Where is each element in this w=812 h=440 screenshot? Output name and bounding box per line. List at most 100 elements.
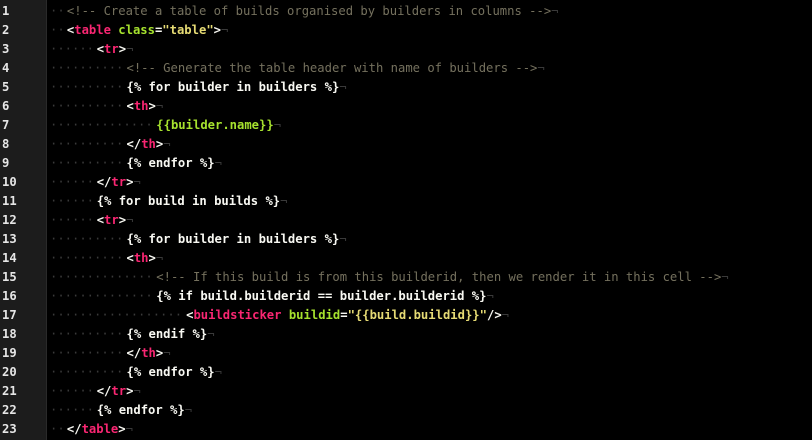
code-token-punct: </ [96, 175, 112, 189]
line-number: 18 [2, 327, 17, 341]
code-line[interactable]: 23 ·· </table>¬ [0, 420, 812, 439]
code-line[interactable]: 18 ·········· {% endif %}¬ [0, 325, 812, 344]
code-text[interactable]: <th>¬ [127, 97, 164, 116]
code-text[interactable]: {% endfor %}¬ [127, 363, 222, 382]
line-number: 13 [2, 232, 17, 246]
code-token-punct [282, 308, 289, 322]
code-text[interactable]: </th>¬ [127, 344, 171, 363]
code-text[interactable]: <!-- Create a table of builds organised … [67, 2, 559, 21]
code-token-punct: /> [486, 308, 502, 322]
indent-whitespace-marker: ·········· [50, 232, 124, 246]
indent-whitespace-marker: ·················· [50, 308, 183, 322]
indent-whitespace-marker: ·· [50, 4, 65, 18]
code-token-punct: </ [126, 137, 142, 151]
code-token-punct: > [118, 422, 126, 436]
code-text[interactable]: <tr>¬ [97, 40, 134, 59]
code-line[interactable]: 19 ·········· </th>¬ [0, 344, 812, 363]
code-token-cmt: <!-- If this build is from this builderi… [156, 270, 722, 284]
end-of-line-marker: ¬ [155, 99, 164, 113]
code-text[interactable]: </tr>¬ [97, 382, 141, 401]
code-token-tag: th [141, 346, 156, 360]
code-line[interactable]: 21 ······ </tr>¬ [0, 382, 812, 401]
code-token-tag: th [133, 99, 149, 113]
code-line[interactable]: 2 ·· <table class="table">¬ [0, 21, 812, 40]
code-line[interactable]: 1 ·· <!-- Create a table of builds organis… [0, 2, 812, 21]
end-of-line-marker: ¬ [721, 270, 729, 284]
code-line[interactable]: 4 ·········· <!-- Generate the table heade… [0, 59, 812, 78]
code-editor[interactable]: 1 ·· <!-- Create a table of builds organis… [0, 0, 812, 440]
code-line[interactable]: 13 ·········· {% for builder in builders %… [0, 230, 812, 249]
code-line[interactable]: 20 ·········· {% endfor %}¬ [0, 363, 812, 382]
code-token-tag: tr [104, 42, 119, 56]
end-of-line-marker: ¬ [339, 80, 347, 94]
indent-whitespace-marker: ·········· [50, 365, 124, 379]
code-line[interactable]: 12 ······ <tr>¬ [0, 211, 812, 230]
code-text[interactable]: </tr>¬ [97, 173, 141, 192]
code-line[interactable]: 8 ·········· </th>¬ [0, 135, 812, 154]
code-line[interactable]: 16 ·············· {% if build.builderid ==… [0, 287, 812, 306]
code-text[interactable]: {% endif %}¬ [127, 325, 215, 344]
code-text[interactable]: {% if build.builderid == builder.builder… [156, 287, 494, 306]
line-number: 9 [2, 156, 10, 170]
code-line[interactable]: 10 ······ </tr>¬ [0, 173, 812, 192]
code-token-tpl: {% for builder in builders %} [126, 80, 340, 94]
code-line[interactable]: 11 ······ {% for build in builds %}¬ [0, 192, 812, 211]
end-of-line-marker: ¬ [125, 422, 133, 436]
code-line[interactable]: 15 ·············· <!-- If this build is fr… [0, 268, 812, 287]
code-text[interactable]: <!-- If this build is from this builderi… [156, 268, 728, 287]
line-number: 2 [2, 23, 10, 37]
line-number: 7 [2, 118, 10, 132]
code-line[interactable]: 9 ·········· {% endfor %}¬ [0, 154, 812, 173]
code-token-punct: < [126, 251, 134, 265]
code-text[interactable]: <th>¬ [127, 249, 164, 268]
line-number: 22 [2, 403, 17, 417]
code-text[interactable]: {% endfor %}¬ [127, 154, 222, 173]
code-text[interactable]: <tr>¬ [97, 211, 134, 230]
line-number: 6 [2, 99, 10, 113]
end-of-line-marker: ¬ [163, 137, 171, 151]
code-token-punct: > [148, 251, 156, 265]
code-text[interactable]: {{builder.name}}¬ [156, 116, 281, 135]
code-token-tpl: {% endfor %} [96, 403, 185, 417]
code-token-punct: < [96, 213, 105, 227]
end-of-line-marker: ¬ [339, 232, 347, 246]
code-token-str: "table" [162, 23, 214, 37]
code-line[interactable]: 5 ·········· {% for builder in builders %}… [0, 78, 812, 97]
code-text[interactable]: </th>¬ [127, 135, 171, 154]
end-of-line-marker: ¬ [214, 365, 222, 379]
indent-whitespace-marker: ······ [50, 194, 95, 208]
code-token-punct: = [340, 308, 348, 322]
code-text[interactable]: <table class="table">¬ [67, 21, 228, 40]
code-line[interactable]: 14 ·········· <th>¬ [0, 249, 812, 268]
code-line[interactable]: 22 ······ {% endfor %}¬ [0, 401, 812, 420]
indent-whitespace-marker: ·· [50, 422, 65, 436]
code-token-tag: buildsticker [193, 308, 282, 322]
indent-whitespace-marker: ·· [50, 23, 65, 37]
code-text[interactable]: {% for build in builds %}¬ [97, 192, 288, 211]
code-text[interactable]: <buildsticker buildid="{{build.buildid}}… [186, 306, 509, 325]
end-of-line-marker: ¬ [280, 194, 288, 208]
code-text[interactable]: {% for builder in builders %}¬ [127, 78, 347, 97]
line-number: 12 [2, 213, 17, 227]
code-line[interactable]: 3 ······ <tr>¬ [0, 40, 812, 59]
code-token-tag: table [74, 23, 111, 37]
code-line[interactable]: 7 ·············· {{builder.name}}¬ [0, 116, 812, 135]
indent-whitespace-marker: ·········· [50, 251, 124, 265]
line-number: 11 [2, 194, 17, 208]
code-token-punct: < [96, 42, 105, 56]
end-of-line-marker: ¬ [486, 289, 494, 303]
code-text[interactable]: {% endfor %}¬ [97, 401, 192, 420]
line-number: 15 [2, 270, 17, 284]
end-of-line-marker: ¬ [537, 61, 545, 75]
indent-whitespace-marker: ······ [50, 42, 95, 56]
code-token-attr: buildid [288, 308, 341, 322]
line-number: 3 [2, 42, 10, 56]
code-text[interactable]: </table>¬ [67, 420, 133, 439]
code-line[interactable]: 6 ·········· <th>¬ [0, 97, 812, 116]
code-text[interactable]: <!-- Generate the table header with name… [127, 59, 545, 78]
code-text[interactable]: {% for builder in builders %}¬ [127, 230, 347, 249]
end-of-line-marker: ¬ [184, 403, 193, 417]
code-line[interactable]: 17 ·················· <buildsticker buildi… [0, 306, 812, 325]
code-token-punct: </ [66, 422, 82, 436]
line-number: 14 [2, 251, 17, 265]
